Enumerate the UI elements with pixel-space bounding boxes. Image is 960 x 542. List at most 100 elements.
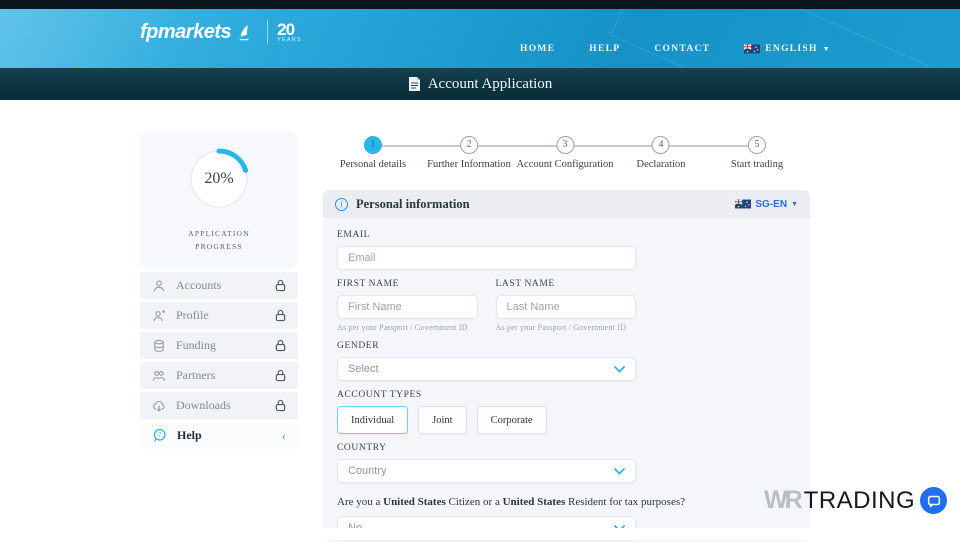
last-name-label: LAST NAME xyxy=(496,279,637,289)
sidebar-item-downloads[interactable]: Downloads xyxy=(140,392,298,419)
step-account-configuration[interactable]: 3 Account Configuration xyxy=(516,136,613,170)
step-circle: 1 xyxy=(364,136,382,154)
panel-header: i Personal information SG-EN ▼ xyxy=(323,190,810,218)
step-label: Account Configuration xyxy=(516,159,613,170)
account-types-row: Individual Joint Corporate xyxy=(337,406,796,434)
sidebar-item-label: Accounts xyxy=(176,278,221,293)
document-icon xyxy=(408,76,421,92)
chat-widget-button[interactable] xyxy=(920,487,947,514)
panel-body: EMAIL FIRST NAME As per your Passport / … xyxy=(323,218,810,540)
panel-title: Personal information xyxy=(356,197,470,212)
sidebar-item-accounts[interactable]: Accounts xyxy=(140,272,298,299)
svg-text:?: ? xyxy=(158,431,161,439)
step-circle: 5 xyxy=(748,136,766,154)
first-name-label: FIRST NAME xyxy=(337,279,478,289)
brand-logo[interactable]: fpmarkets 20 YEARS xyxy=(140,20,302,44)
sidebar-item-profile[interactable]: Profile xyxy=(140,302,298,329)
sidebar-item-label: Profile xyxy=(176,308,209,323)
account-type-individual[interactable]: Individual xyxy=(337,406,408,434)
step-label: Declaration xyxy=(637,159,686,170)
account-type-joint[interactable]: Joint xyxy=(418,406,466,434)
sidebar-menu: Accounts Profile Fu xyxy=(140,272,298,452)
step-label: Further Information xyxy=(427,159,511,170)
lock-icon xyxy=(275,339,286,352)
gender-label: GENDER xyxy=(337,341,796,351)
step-circle: 3 xyxy=(556,136,574,154)
chevron-down-icon: ▼ xyxy=(823,45,830,53)
application-stepper: 1 Personal details 2 Further Information… xyxy=(323,136,810,180)
sidebar-item-label: Downloads xyxy=(176,398,231,413)
nav-help[interactable]: HELP xyxy=(589,44,620,54)
person-add-icon xyxy=(152,309,166,323)
sail-icon xyxy=(237,24,250,41)
progress-donut: 20% xyxy=(187,147,251,211)
sidebar-item-label: Funding xyxy=(176,338,216,353)
flag-icon xyxy=(735,199,751,209)
email-field[interactable] xyxy=(337,246,636,270)
step-circle: 4 xyxy=(652,136,670,154)
top-dark-strip xyxy=(0,0,960,9)
lock-icon xyxy=(275,279,286,292)
brand-name: fpmarkets xyxy=(140,21,231,44)
info-icon: i xyxy=(335,198,348,211)
first-name-field[interactable] xyxy=(337,295,478,319)
gender-select[interactable]: Select xyxy=(337,357,636,381)
chevron-down-icon: ▼ xyxy=(791,200,798,208)
step-further-information[interactable]: 2 Further Information xyxy=(427,136,511,170)
nav-home[interactable]: HOME xyxy=(520,44,555,54)
step-declaration[interactable]: 4 Declaration xyxy=(637,136,686,170)
cloud-download-icon xyxy=(152,399,166,413)
language-selector[interactable]: ENGLISH ▼ xyxy=(744,44,829,54)
sidebar-item-help[interactable]: ? Help ‹ xyxy=(140,422,298,449)
brand-years: 20 YEARS xyxy=(277,21,302,44)
locale-label: SG-EN xyxy=(755,199,787,210)
gender-value: Select xyxy=(348,363,379,375)
nav-contact[interactable]: CONTACT xyxy=(654,44,710,54)
account-type-corporate[interactable]: Corporate xyxy=(477,406,547,434)
step-circle: 2 xyxy=(460,136,478,154)
locale-selector[interactable]: SG-EN ▼ xyxy=(735,199,798,210)
watermark-trading: TRADING xyxy=(804,487,916,515)
sidebar-item-partners[interactable]: Partners xyxy=(140,362,298,389)
people-icon xyxy=(152,369,166,383)
step-label: Start trading xyxy=(731,159,783,170)
chevron-left-icon: ‹ xyxy=(282,429,286,442)
lock-icon xyxy=(275,369,286,382)
language-label: ENGLISH xyxy=(765,44,817,54)
lock-icon xyxy=(275,309,286,322)
email-label: EMAIL xyxy=(337,230,796,240)
bottom-margin xyxy=(0,528,960,540)
step-label: Personal details xyxy=(340,159,406,170)
coins-icon xyxy=(152,339,166,353)
wr-trading-watermark: WR TRADING xyxy=(764,486,947,515)
last-name-field[interactable] xyxy=(496,295,637,319)
country-value: Country xyxy=(348,465,387,477)
flag-icon xyxy=(744,44,760,54)
progress-label: APPLICATION PROGRESS xyxy=(140,228,298,254)
sidebar-item-label: Partners xyxy=(176,368,215,383)
page-title-bar: Account Application xyxy=(0,68,960,100)
progress-percent: 20% xyxy=(187,147,251,211)
chevron-down-icon xyxy=(614,468,625,475)
name-row: FIRST NAME As per your Passport / Govern… xyxy=(337,270,636,332)
country-select[interactable]: Country xyxy=(337,459,636,483)
us-citizen-question: Are you a United States Citizen or a Uni… xyxy=(337,496,796,508)
chevron-down-icon xyxy=(614,366,625,373)
sidebar-item-funding[interactable]: Funding xyxy=(140,332,298,359)
personal-information-panel: i Personal information SG-EN ▼ EMAIL FI xyxy=(323,190,810,542)
sidebar-item-label: Help xyxy=(177,428,202,443)
country-label: COUNTRY xyxy=(337,443,796,453)
last-name-helper: As per your Passport / Government ID xyxy=(496,323,637,332)
account-types-label: ACCOUNT TYPES xyxy=(337,390,796,400)
header-banner: fpmarkets 20 YEARS HOME HELP CONTACT xyxy=(0,9,960,68)
top-navigation: HOME HELP CONTACT ENGLISH ▼ xyxy=(520,44,830,54)
years-number: 20 xyxy=(277,21,302,38)
step-start-trading[interactable]: 5 Start trading xyxy=(731,136,783,170)
help-chat-icon: ? xyxy=(152,428,167,443)
step-personal-details[interactable]: 1 Personal details xyxy=(340,136,406,170)
watermark-wr: WR xyxy=(764,486,800,515)
page-title: Account Application xyxy=(428,76,553,93)
lock-icon xyxy=(275,399,286,412)
brand-divider xyxy=(267,20,268,44)
first-name-helper: As per your Passport / Government ID xyxy=(337,323,478,332)
